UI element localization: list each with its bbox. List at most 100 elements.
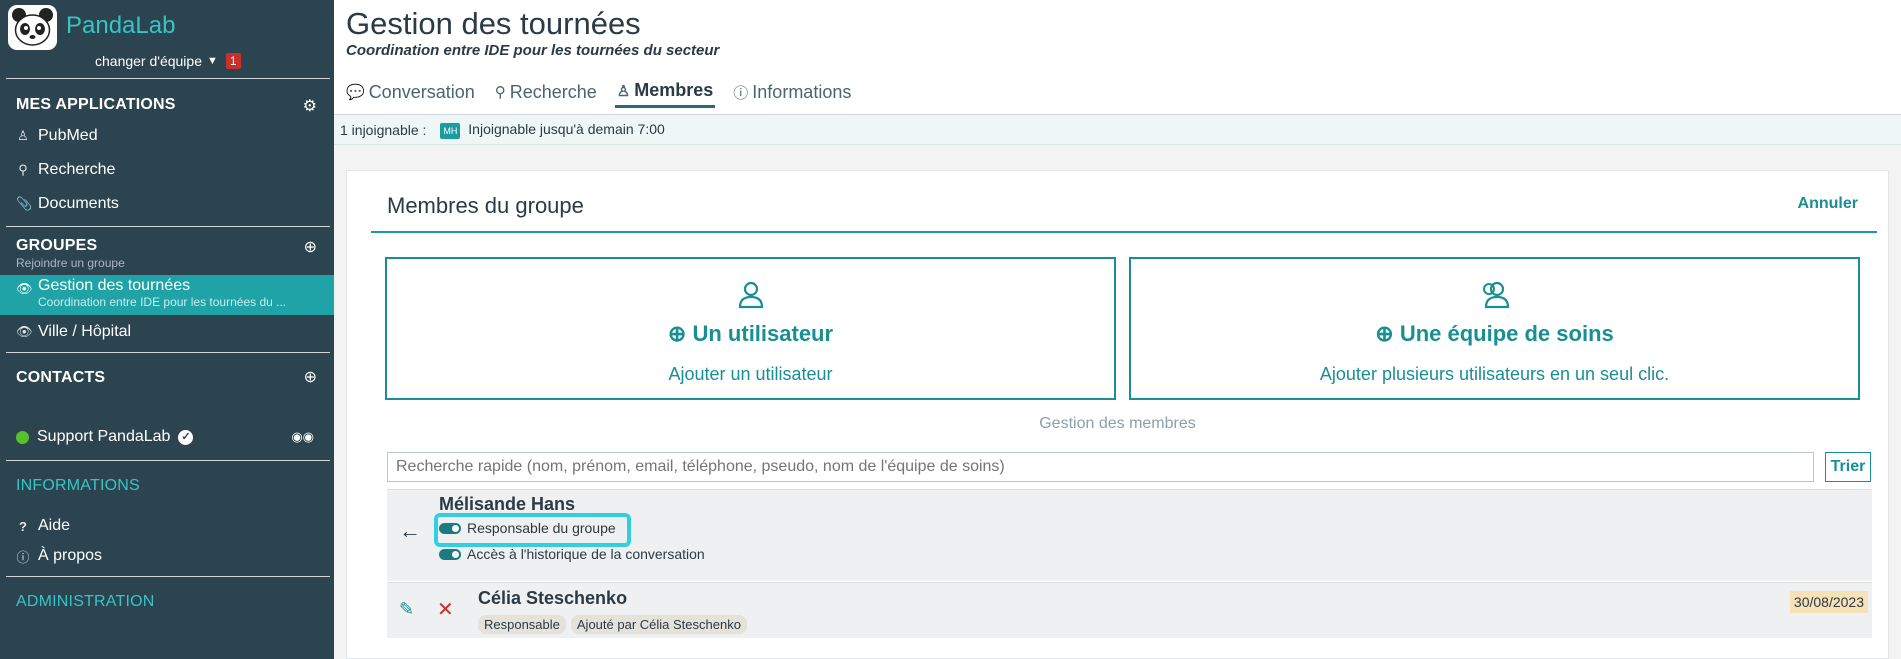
sidebar-item-label: Documents bbox=[38, 195, 119, 212]
close-icon[interactable]: ✕ bbox=[437, 597, 454, 622]
eye-icon: 👁 bbox=[16, 281, 33, 296]
tab-label: Recherche bbox=[509, 81, 597, 102]
unreachable-member[interactable]: MH Injoignable jusqu'à demain 7:00 bbox=[440, 121, 665, 139]
tab-label: Conversation bbox=[368, 81, 475, 102]
add-team-desc: Ajouter plusieurs utilisateurs en un seu… bbox=[1319, 364, 1670, 384]
search-icon: ⚲ bbox=[18, 162, 28, 177]
administration-section-header: ADMINISTRATION bbox=[0, 577, 334, 629]
team-icon bbox=[1131, 279, 1858, 317]
user-md-icon: ♙ bbox=[17, 128, 29, 143]
manage-members-label: Gestion des membres bbox=[1039, 415, 1196, 432]
sidebar-item-label: PubMed bbox=[38, 127, 98, 144]
members-icon: ♙ bbox=[616, 82, 631, 100]
user-icon bbox=[387, 279, 1114, 317]
sidebar-item-label: Support PandaLab bbox=[37, 428, 171, 445]
search-input[interactable] bbox=[387, 452, 1814, 482]
page-subtitle: Coordination entre IDE pour les tournées… bbox=[346, 42, 720, 59]
gear-icon[interactable]: ⚙ bbox=[303, 96, 317, 116]
sidebar-item-recherche[interactable]: ⚲ Recherche bbox=[0, 153, 334, 187]
search-icon: ⚲ bbox=[494, 84, 506, 101]
member-row: ✎ ✕ Célia Steschenko Responsable Ajouté … bbox=[387, 582, 1872, 638]
members-card: Membres du groupe Annuler ⊕ Un utilisate… bbox=[346, 170, 1889, 659]
add-contact-icon[interactable]: ⊕ bbox=[304, 367, 317, 387]
tab-recherche[interactable]: ⚲ Recherche bbox=[493, 80, 599, 108]
info-icon: ⓘ bbox=[16, 549, 30, 565]
sidebar-item-label: Recherche bbox=[38, 161, 116, 178]
tab-label: Membres bbox=[634, 80, 714, 100]
contacts-section-header: CONTACTS ⊕ bbox=[0, 353, 334, 420]
contacts-title: CONTACTS bbox=[16, 369, 106, 386]
unreachable-status: Injoignable jusqu'à demain 7:00 bbox=[468, 121, 665, 137]
tab-membres[interactable]: ♙ Membres bbox=[614, 80, 716, 108]
notification-badge: 1 bbox=[225, 53, 241, 69]
sidebar-item-ville-hopital[interactable]: 👁 Ville / Hôpital bbox=[0, 315, 334, 349]
reachability-bar: 1 injoignable : MH Injoignable jusqu'à d… bbox=[334, 116, 1901, 145]
add-user-desc: Ajouter un utilisateur bbox=[668, 364, 833, 384]
sidebar-item-aide[interactable]: ? Aide bbox=[0, 511, 334, 541]
add-user-button[interactable]: ⊕ Un utilisateur Ajouter un utilisateur bbox=[385, 257, 1116, 400]
info-icon: ⓘ bbox=[733, 84, 749, 102]
sidebar-item-label: À propos bbox=[38, 547, 103, 564]
apps-title: MES APPLICATIONS bbox=[16, 96, 176, 113]
cancel-button[interactable]: Annuler bbox=[1798, 195, 1858, 213]
tab-bar: 💬 Conversation ⚲ Recherche ♙ Membres ⓘ I… bbox=[344, 80, 853, 108]
initials-avatar: MH bbox=[440, 123, 461, 139]
brand-name[interactable]: PandaLab bbox=[66, 12, 175, 40]
chevron-down-icon: ▼ bbox=[206, 55, 218, 67]
member-tags: Responsable Ajouté par Célia Steschenko bbox=[478, 615, 747, 634]
divider bbox=[371, 231, 1877, 233]
informations-title: INFORMATIONS bbox=[16, 477, 140, 494]
tab-label: Informations bbox=[752, 81, 852, 102]
sidebar-item-sublabel: Coordination entre IDE pour les tournées… bbox=[38, 295, 287, 309]
online-status-icon bbox=[16, 430, 29, 444]
team-switch-label: changer d'équipe bbox=[95, 53, 202, 69]
role-badge: Responsable bbox=[478, 615, 566, 634]
sidebar-item-label: Aide bbox=[38, 517, 71, 534]
arrow-left-icon[interactable]: ← bbox=[399, 518, 421, 544]
unreachable-count: 1 injoignable : bbox=[340, 122, 427, 138]
member-name: Mélisande Hans bbox=[439, 494, 576, 514]
add-care-team-button[interactable]: ⊕ Une équipe de soins Ajouter plusieurs … bbox=[1129, 257, 1860, 400]
sidebar: PandaLab changer d'équipe ▼ 1 MES APPLIC… bbox=[0, 0, 334, 659]
sidebar-item-support[interactable]: Support PandaLab ✓ ◉◉ bbox=[0, 420, 334, 454]
add-user-title: Un utilisateur bbox=[692, 321, 834, 346]
toggle-switch[interactable] bbox=[439, 548, 461, 560]
administration-title: ADMINISTRATION bbox=[16, 593, 155, 610]
page-title: Gestion des tournées bbox=[346, 6, 641, 41]
added-by-badge: Ajouté par Célia Steschenko bbox=[570, 615, 747, 634]
toggle-label: Accès à l'historique de la conversation bbox=[467, 546, 705, 562]
sidebar-item-label: Gestion des tournées bbox=[38, 277, 191, 294]
sidebar-item-documents[interactable]: 📎 Documents bbox=[0, 187, 334, 221]
informations-section-header: INFORMATIONS bbox=[0, 461, 334, 511]
pencil-icon[interactable]: ✎ bbox=[399, 599, 414, 620]
plus-circle-icon: ⊕ bbox=[667, 321, 687, 346]
tab-informations[interactable]: ⓘ Informations bbox=[731, 80, 853, 108]
add-group-icon[interactable]: ⊕ bbox=[304, 237, 317, 257]
sidebar-item-pubmed[interactable]: ♙ PubMed bbox=[0, 119, 334, 153]
brand: PandaLab changer d'équipe ▼ 1 bbox=[0, 0, 334, 78]
tab-conversation[interactable]: 💬 Conversation bbox=[344, 80, 477, 108]
member-row-editing: ← Mélisande Hans Responsable du groupe A… bbox=[387, 489, 1872, 581]
groups-section-header: GROUPES Rejoindre un groupe ⊕ bbox=[0, 227, 334, 275]
verified-icon: ✓ bbox=[178, 429, 194, 445]
panda-logo-icon[interactable] bbox=[8, 5, 57, 50]
add-team-heading: ⊕ Une équipe de soins bbox=[1131, 321, 1858, 347]
sort-button[interactable]: Trier bbox=[1825, 452, 1871, 482]
question-icon: ? bbox=[19, 518, 27, 534]
focus-highlight bbox=[434, 513, 631, 547]
member-date: 30/08/2023 bbox=[1789, 591, 1868, 613]
sidebar-item-gestion-tournees[interactable]: 👁 Gestion des tournées Coordination entr… bbox=[0, 275, 334, 315]
sidebar-item-a-propos[interactable]: ⓘ À propos bbox=[0, 541, 334, 571]
panda-avatar-icon: ◉◉ bbox=[291, 429, 314, 444]
join-group-link[interactable]: Rejoindre un groupe bbox=[16, 256, 318, 270]
main-area: Gestion des tournées Coordination entre … bbox=[334, 0, 1901, 659]
member-name: Célia Steschenko bbox=[478, 588, 628, 608]
plus-circle-icon: ⊕ bbox=[1375, 321, 1394, 346]
toggle-history-access[interactable]: Accès à l'historique de la conversation bbox=[439, 546, 705, 562]
members-title: Membres du groupe bbox=[387, 193, 584, 218]
eye-icon: 👁 bbox=[16, 324, 33, 339]
apps-section-header: MES APPLICATIONS ⚙ bbox=[0, 79, 334, 119]
add-user-heading: ⊕ Un utilisateur bbox=[387, 321, 1114, 347]
chat-icon: 💬 bbox=[346, 84, 365, 101]
team-switch[interactable]: changer d'équipe ▼ 1 bbox=[95, 53, 241, 69]
